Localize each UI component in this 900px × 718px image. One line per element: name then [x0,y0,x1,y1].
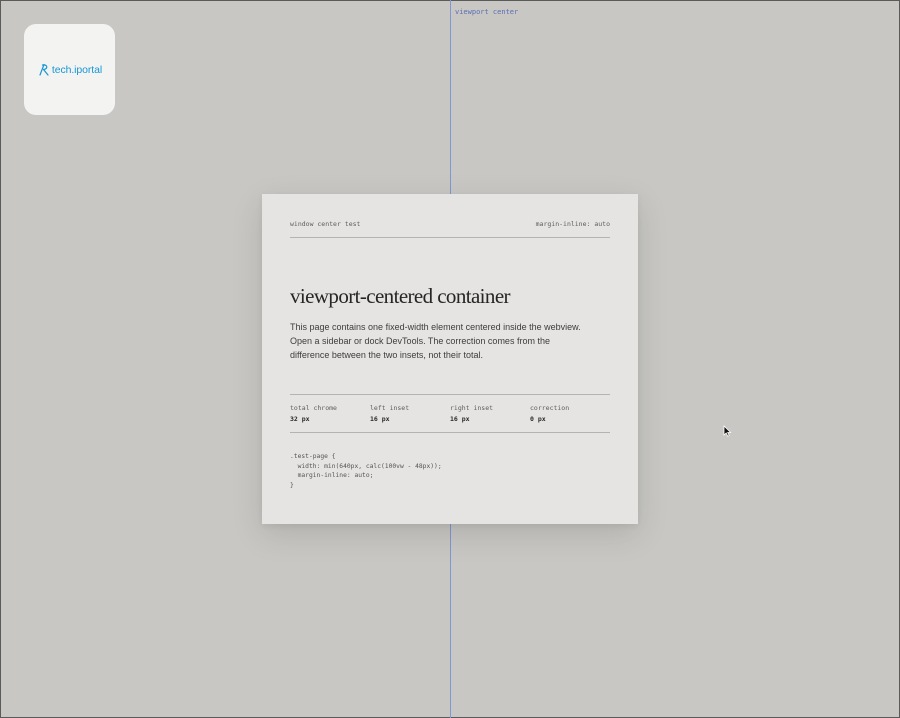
page-description: This page contains one fixed-width eleme… [290,322,581,360]
stat-label: correction [530,404,570,412]
stat-right-inset: right inset 16 px [450,404,530,423]
stat-value: 16 px [370,415,390,423]
viewport-center-label: viewport center [455,8,519,16]
stat-label: total chrome [290,404,337,412]
stat-left-inset: left inset 16 px [370,404,450,423]
card-header: window center test margin-inline: auto [290,220,610,238]
page-title: viewport-centered container [290,284,511,308]
stat-value: 0 px [530,415,546,423]
stat-correction: correction 0 px [530,404,610,423]
app-logo: tech.iportal [24,24,115,115]
test-page-card: window center test margin-inline: auto v… [262,194,638,524]
logo-mark-icon [39,63,49,76]
mouse-pointer-icon [723,424,732,442]
header-left-label: window center test [290,220,361,228]
css-code-block: .test-page { width: min(640px, calc(100v… [290,453,442,489]
header-right-label: margin-inline: auto [535,220,610,228]
logo-text: tech.iportal [51,63,103,76]
stat-label: right inset [450,404,494,412]
logo-lockup: tech.iportal [37,63,102,76]
stat-label: left inset [370,404,410,412]
inset-stats: total chrome 32 px left inset 16 px righ… [290,394,610,433]
stat-value: 16 px [450,415,470,423]
stat-value: 32 px [290,415,310,423]
stat-total-chrome: total chrome 32 px [290,404,370,423]
